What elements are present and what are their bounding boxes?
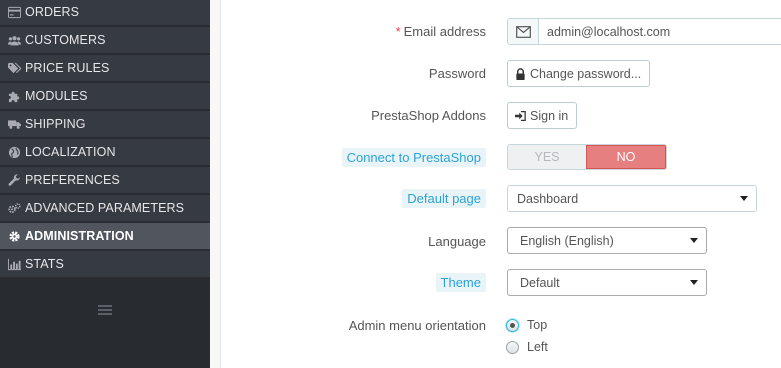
chevron-down-icon (740, 196, 748, 201)
sidebar-item-localization[interactable]: LOCALIZATION (0, 139, 210, 166)
lock-icon (515, 67, 526, 80)
default-page-select[interactable]: Dashboard (507, 185, 757, 212)
wrench-icon (7, 173, 21, 187)
tags-icon (7, 61, 21, 75)
language-select[interactable]: English (English) (507, 227, 707, 254)
sidebar-item-stats[interactable]: STATS (0, 251, 210, 278)
required-marker: * (395, 24, 401, 39)
sidebar-item-label: ADVANCED PARAMETERS (25, 201, 185, 215)
sidebar-item-administration[interactable]: ADMINISTRATION (0, 223, 210, 250)
sidebar-item-customers[interactable]: CUSTOMERS (0, 27, 210, 54)
sign-in-button[interactable]: Sign in (507, 102, 578, 129)
email-label: * Email address (395, 24, 486, 39)
sidebar-item-label: ORDERS (25, 5, 80, 19)
sidebar-item-modules[interactable]: MODULES (0, 83, 210, 110)
chevron-down-icon (690, 238, 698, 243)
sidebar-item-label: SHIPPING (25, 117, 86, 131)
theme-value: Default (520, 275, 560, 290)
menu-orientation-label: Admin menu orientation (348, 318, 486, 333)
orientation-option-top[interactable]: Top (506, 318, 547, 332)
language-label: Language (428, 234, 486, 249)
orientation-option-left[interactable]: Left (506, 340, 548, 354)
sidebar-item-label: PREFERENCES (25, 173, 120, 187)
puzzle-icon (7, 89, 21, 103)
email-field[interactable]: admin@localhost.com (507, 18, 781, 45)
chevron-down-icon (690, 280, 698, 285)
default-page-label: Default page (402, 189, 486, 208)
connect-label: Connect to PrestaShop (341, 148, 486, 167)
cogs-icon (7, 201, 21, 215)
menu-collapse-icon[interactable] (98, 305, 112, 315)
bar-chart-icon (7, 257, 21, 271)
sidebar-item-advanced-parameters[interactable]: ADVANCED PARAMETERS (0, 195, 210, 222)
truck-icon (7, 117, 21, 131)
sidebar: ORDERS CUSTOMERS PRICE RULES MODULES SHI… (0, 0, 210, 368)
sidebar-item-label: ADMINISTRATION (25, 229, 134, 243)
language-value: English (English) (520, 233, 614, 248)
theme-select[interactable]: Default (507, 269, 707, 296)
sidebar-item-shipping[interactable]: SHIPPING (0, 111, 210, 138)
connect-toggle[interactable]: YES NO (507, 144, 667, 170)
envelope-icon (508, 19, 539, 44)
sidebar-item-label: MODULES (25, 89, 88, 103)
sidebar-item-price-rules[interactable]: PRICE RULES (0, 55, 210, 82)
employee-form-panel: * Email address admin@localhost.com Passw… (220, 0, 781, 368)
default-page-value: Dashboard (517, 191, 579, 206)
credit-card-icon (7, 5, 21, 19)
sign-in-icon (515, 110, 526, 122)
theme-label: Theme (435, 273, 486, 292)
sidebar-item-label: CUSTOMERS (25, 33, 106, 47)
radio-top[interactable] (506, 318, 519, 332)
sidebar-item-label: STATS (25, 257, 64, 271)
radio-left[interactable] (506, 340, 519, 354)
addons-label: PrestaShop Addons (371, 108, 486, 123)
email-input[interactable]: admin@localhost.com (539, 19, 781, 44)
password-label: Password (428, 66, 486, 81)
connect-no-option[interactable]: NO (586, 145, 666, 169)
main-content: * Email address admin@localhost.com Passw… (210, 0, 781, 368)
change-password-button[interactable]: Change password... (507, 60, 651, 87)
sidebar-item-label: LOCALIZATION (25, 145, 116, 159)
users-icon (7, 33, 21, 47)
sidebar-item-label: PRICE RULES (25, 61, 110, 75)
sidebar-item-preferences[interactable]: PREFERENCES (0, 167, 210, 194)
connect-yes-option[interactable]: YES (508, 145, 586, 169)
cog-icon (7, 229, 21, 243)
sidebar-item-orders[interactable]: ORDERS (0, 0, 210, 26)
globe-icon (7, 145, 21, 159)
